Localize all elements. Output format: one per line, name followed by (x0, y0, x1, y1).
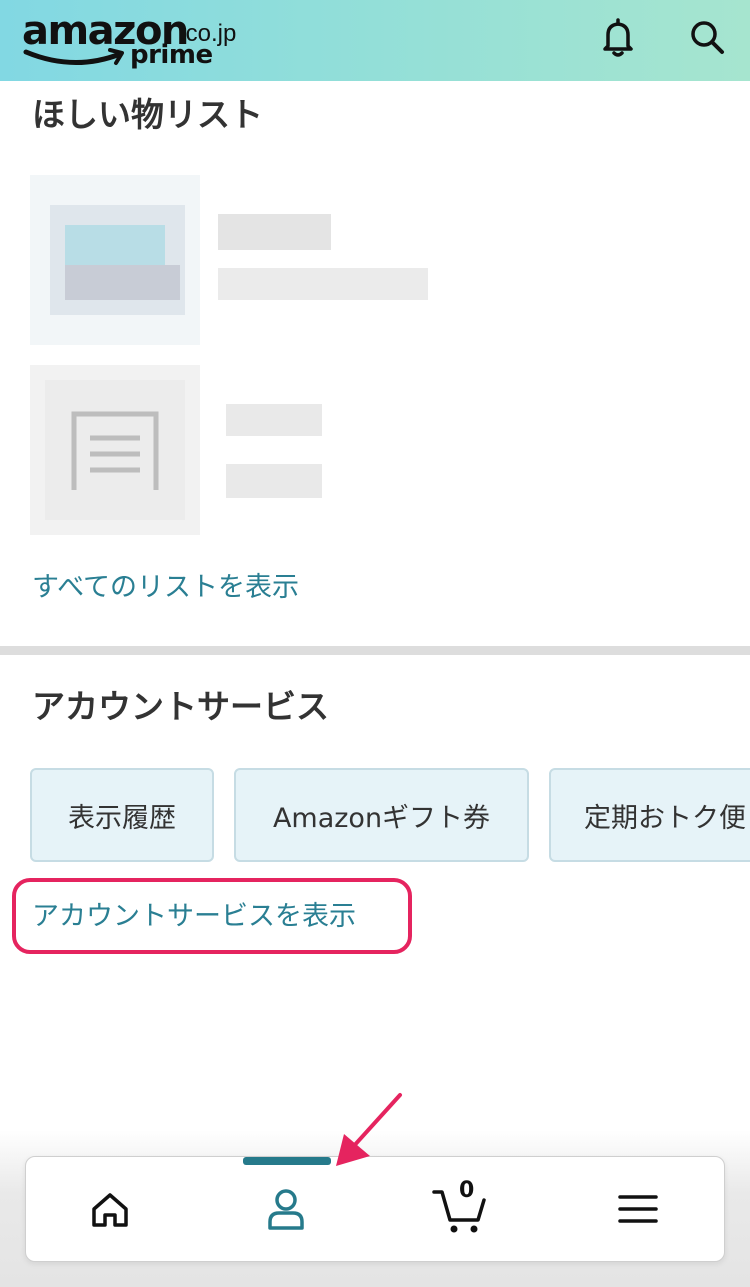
search-icon[interactable] (686, 16, 730, 60)
logo-smile-icon (23, 48, 124, 65)
bell-icon[interactable] (596, 16, 640, 60)
menu-icon[interactable] (608, 1182, 668, 1236)
see-all-lists-link[interactable]: すべてのリストを表示 (32, 565, 299, 604)
blurred-list-subtitle (226, 464, 322, 498)
wishlist-item-image[interactable] (30, 175, 200, 345)
section-divider (0, 646, 750, 655)
browsing-history-button[interactable]: 表示履歴 (30, 768, 214, 862)
home-icon[interactable] (80, 1182, 140, 1236)
blurred-image-detail (65, 265, 180, 300)
blurred-list-subtitle (218, 268, 428, 300)
logo-prime: prime (130, 40, 213, 70)
app-header: amazon .co.jp prime (0, 0, 750, 81)
wishlist-title: ほしい物リスト (32, 95, 263, 134)
cart-count-badge: 0 (459, 1178, 475, 1203)
wishlist-item-image[interactable] (30, 365, 200, 535)
blurred-image-detail (65, 225, 165, 270)
account-services-title: アカウントサービス (32, 687, 329, 726)
list-placeholder-icon (71, 411, 159, 490)
subscribe-save-button[interactable]: 定期おトク便 (549, 768, 750, 862)
view-account-services-link[interactable]: アカウントサービスを表示 (32, 894, 356, 933)
user-icon[interactable] (256, 1182, 316, 1236)
amazon-prime-logo[interactable]: amazon .co.jp prime (22, 6, 262, 76)
gift-card-button[interactable]: Amazonギフト券 (234, 768, 529, 862)
active-tab-indicator (243, 1157, 331, 1165)
blurred-list-name[interactable] (218, 214, 331, 250)
annotation-arrow-icon (336, 1093, 402, 1166)
blurred-list-name[interactable] (226, 404, 322, 436)
